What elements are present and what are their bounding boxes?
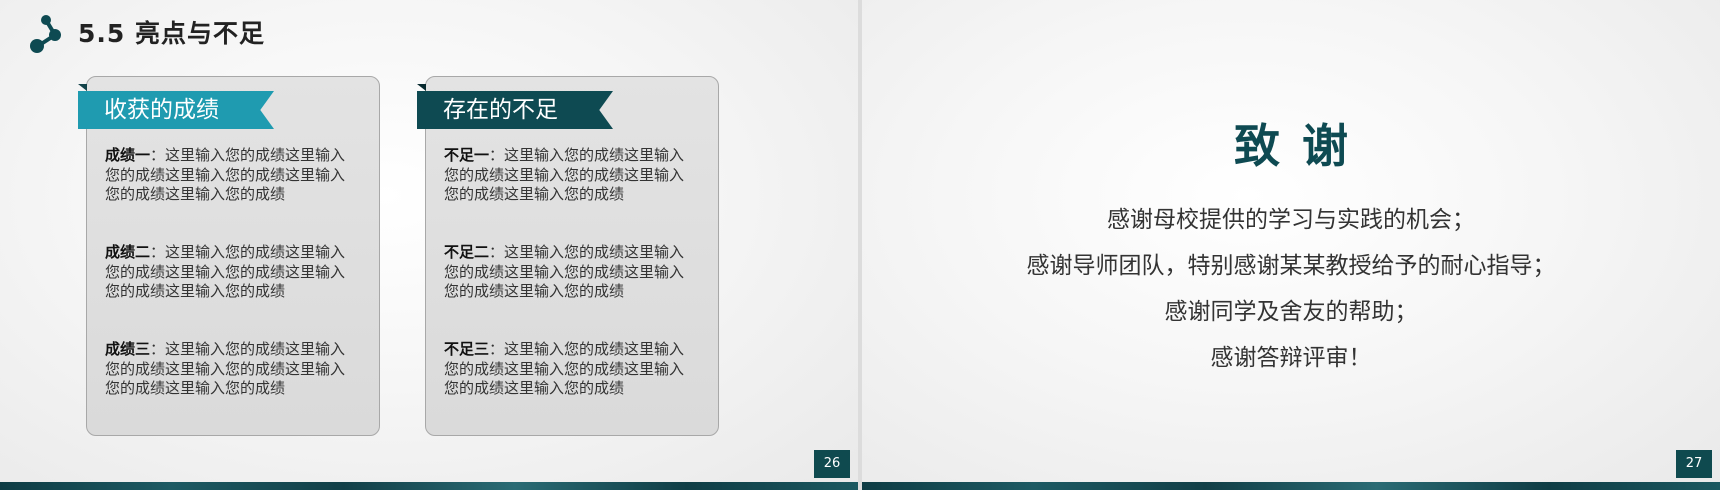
gains-item-2-label: 成绩二: [105, 243, 151, 261]
lacks-item-2: 不足二：这里输入您的成绩这里输入您的成绩这里输入您的成绩这里输入您的成绩这里输入…: [444, 243, 694, 302]
lacks-item-1-label: 不足一: [444, 146, 490, 164]
lacks-heading: 存在的不足: [417, 91, 613, 129]
thanks-line-2: 感谢导师团队，特别感谢某某教授给予的耐心指导；: [1026, 253, 1556, 279]
thanks-line-4: 感谢答辩评审！: [1210, 345, 1372, 371]
gains-item-2: 成绩二：这里输入您的成绩这里输入您的成绩这里输入您的成绩这里输入您的成绩这里输入…: [105, 243, 355, 302]
page-number: 26: [814, 450, 850, 478]
gains-item-3: 成绩三：这里输入您的成绩这里输入您的成绩这里输入您的成绩这里输入您的成绩这里输入…: [105, 340, 355, 399]
gains-item-3-label: 成绩三: [105, 340, 151, 358]
lacks-item-3: 不足三：这里输入您的成绩这里输入您的成绩这里输入您的成绩这里输入您的成绩这里输入…: [444, 340, 694, 399]
slide-title: 5.5 亮点与不足: [78, 19, 265, 48]
lacks-card: 存在的不足 不足一：这里输入您的成绩这里输入您的成绩这里输入您的成绩这里输入您的…: [417, 76, 719, 436]
gains-item-1-label: 成绩一: [105, 146, 151, 164]
gains-heading: 收获的成绩: [78, 91, 274, 129]
slide-27: 致谢 感谢母校提供的学习与实践的机会； 感谢导师团队，特别感谢某某教授给予的耐心…: [862, 0, 1720, 490]
bottom-band: [862, 482, 1720, 490]
ribbon-fold: [78, 84, 87, 91]
page-number: 27: [1676, 450, 1712, 478]
thanks-line-1: 感谢母校提供的学习与实践的机会；: [1107, 207, 1475, 233]
lacks-item-3-label: 不足三: [444, 340, 490, 358]
gains-item-1: 成绩一：这里输入您的成绩这里输入您的成绩这里输入您的成绩这里输入您的成绩这里输入…: [105, 146, 355, 205]
network-node-icon: [30, 15, 61, 53]
gains-card: 收获的成绩 成绩一：这里输入您的成绩这里输入您的成绩这里输入您的成绩这里输入您的…: [78, 76, 380, 436]
bottom-band: [0, 482, 858, 490]
lacks-item-1: 不足一：这里输入您的成绩这里输入您的成绩这里输入您的成绩这里输入您的成绩这里输入…: [444, 146, 694, 205]
thanks-title: 致谢: [1234, 119, 1370, 173]
lacks-item-2-label: 不足二: [444, 243, 490, 261]
slide-26: 5.5 亮点与不足 收获的成绩 成绩一：这里输入您的成绩这里输入您的成绩这里输入…: [0, 0, 858, 490]
ribbon-fold: [417, 84, 426, 91]
thanks-line-3: 感谢同学及舍友的帮助；: [1164, 299, 1418, 325]
